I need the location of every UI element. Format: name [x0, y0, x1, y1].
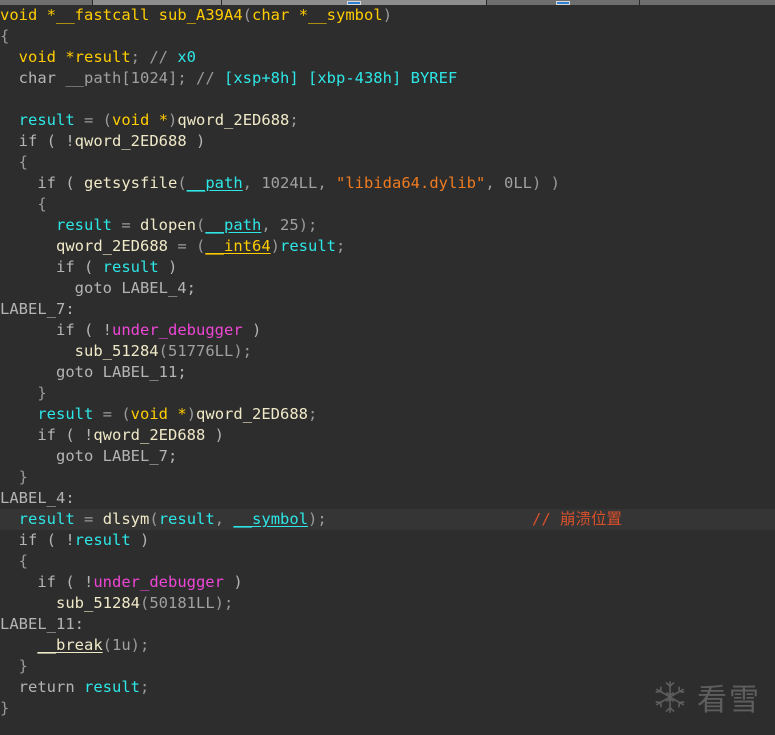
code-line[interactable]: {	[0, 551, 775, 572]
code-line[interactable]: goto LABEL_11;	[0, 362, 775, 383]
code-line[interactable]: result = (void *)qword_2ED688;	[0, 110, 775, 131]
code-line[interactable]: if ( !under_debugger )	[0, 572, 775, 593]
code-line[interactable]: sub_51284(50181LL);	[0, 593, 775, 614]
code-line[interactable]: }	[0, 383, 775, 404]
code-line[interactable]: result = dlsym(result, __symbol); // 崩溃位…	[0, 509, 775, 530]
code-line[interactable]: if ( !result )	[0, 530, 775, 551]
pseudocode-editor[interactable]: void *__fastcall sub_A39A4(char *__symbo…	[0, 5, 775, 735]
code-line[interactable]: goto LABEL_4;	[0, 278, 775, 299]
code-line[interactable]: LABEL_7:	[0, 299, 775, 320]
code-line[interactable]: void *__fastcall sub_A39A4(char *__symbo…	[0, 5, 775, 26]
code-line[interactable]: __break(1u);	[0, 635, 775, 656]
code-line[interactable]: result = dlopen(__path, 25);	[0, 215, 775, 236]
code-line[interactable]: if ( result )	[0, 257, 775, 278]
code-line[interactable]: if ( !under_debugger )	[0, 320, 775, 341]
code-line[interactable]: return result;	[0, 677, 775, 698]
code-line[interactable]: if ( !qword_2ED688 )	[0, 131, 775, 152]
code-line[interactable]: {	[0, 152, 775, 173]
code-line[interactable]: if ( !qword_2ED688 )	[0, 425, 775, 446]
code-line[interactable]: LABEL_11:	[0, 614, 775, 635]
code-line[interactable]: {	[0, 194, 775, 215]
code-line[interactable]: if ( getsysfile(__path, 1024LL, "libida6…	[0, 173, 775, 194]
code-line[interactable]: {	[0, 26, 775, 47]
code-line[interactable]: void *result; // x0	[0, 47, 775, 68]
code-line[interactable]: LABEL_4:	[0, 488, 775, 509]
code-line[interactable]: char __path[1024]; // [xsp+8h] [xbp-438h…	[0, 68, 775, 89]
code-line[interactable]: }	[0, 656, 775, 677]
code-line[interactable]: }	[0, 467, 775, 488]
code-line[interactable]: result = (void *)qword_2ED688;	[0, 404, 775, 425]
code-line[interactable]: qword_2ED688 = (__int64)result;	[0, 236, 775, 257]
code-line[interactable]: sub_51284(51776LL);	[0, 341, 775, 362]
code-line[interactable]: }	[0, 698, 775, 719]
code-line[interactable]: goto LABEL_7;	[0, 446, 775, 467]
code-line[interactable]	[0, 89, 775, 110]
